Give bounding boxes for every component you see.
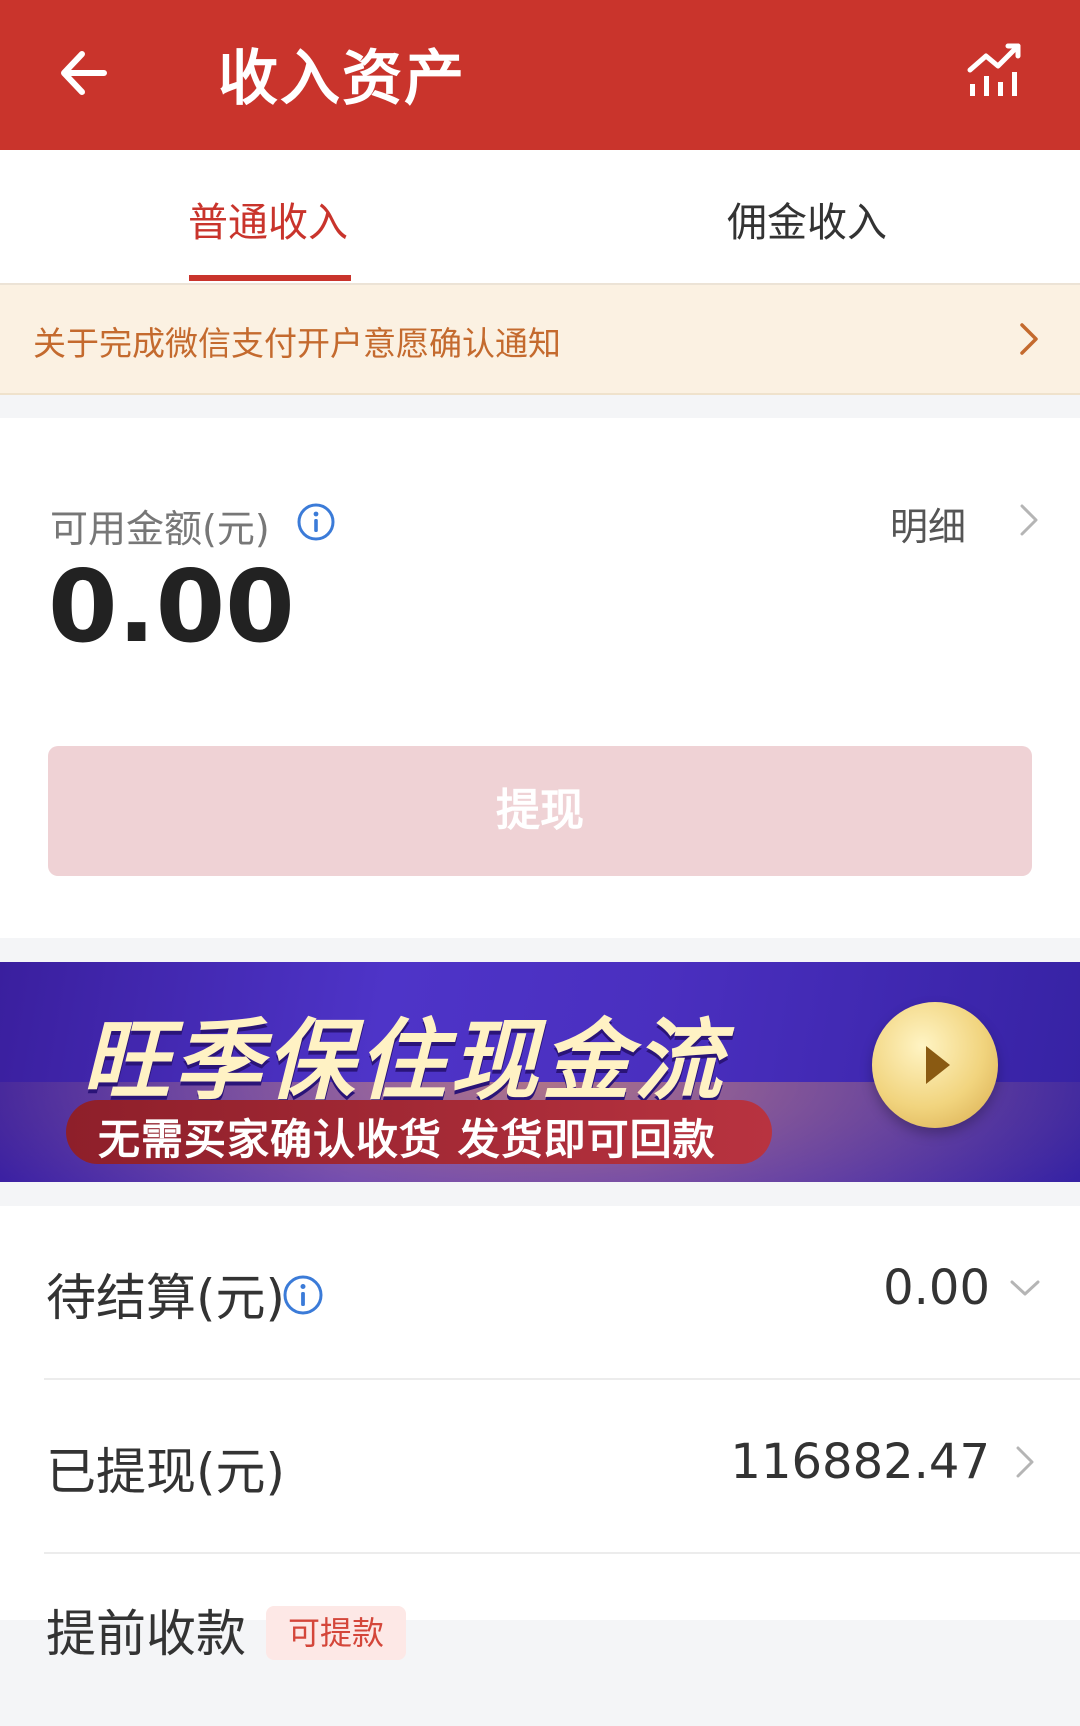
page-title: 收入资产 bbox=[218, 44, 466, 114]
info-icon[interactable] bbox=[282, 1274, 324, 1316]
back-arrow-icon bbox=[61, 51, 107, 95]
active-tab-underline bbox=[189, 275, 351, 281]
chart-icon bbox=[967, 43, 1021, 96]
withdrawable-tag: 可提款 bbox=[266, 1606, 407, 1660]
income-list: 待结算(元) 0.00 已提现(元) 116882.47 提前收款 可提款 bbox=[0, 1206, 1080, 1663]
available-balance-label: 可用金额(元) bbox=[50, 507, 270, 551]
banner-subtitle: 无需买家确认收货 发货即可回款 bbox=[98, 1115, 716, 1164]
chevron-right-icon bbox=[1016, 1446, 1034, 1478]
withdrawn-row[interactable]: 已提现(元) 116882.47 bbox=[0, 1380, 1080, 1552]
banner-title: 旺季保住现金流 bbox=[82, 1009, 727, 1112]
early-collection-label: 提前收款 bbox=[46, 1605, 246, 1663]
notice-text: 关于完成微信支付开户意愿确认通知 bbox=[33, 324, 561, 363]
detail-label: 明细 bbox=[890, 505, 967, 549]
early-collection-row[interactable]: 提前收款 可提款 bbox=[0, 1554, 1080, 1726]
withdrawn-label: 已提现(元) bbox=[46, 1443, 286, 1501]
pending-settlement-row[interactable]: 待结算(元) 0.00 bbox=[0, 1206, 1080, 1378]
detail-link[interactable]: 明细 bbox=[890, 496, 1040, 549]
chevron-right-icon bbox=[1020, 504, 1038, 536]
play-icon bbox=[926, 1046, 950, 1084]
pending-settlement-value: 0.00 bbox=[883, 1260, 990, 1316]
available-balance-value: 0.00 bbox=[48, 548, 295, 665]
app-header: 收入资产 bbox=[0, 0, 1080, 150]
back-button[interactable] bbox=[52, 38, 122, 108]
pending-settlement-label: 待结算(元) bbox=[46, 1269, 286, 1327]
chevron-down-icon bbox=[1010, 1280, 1040, 1296]
notice-bar[interactable]: 关于完成微信支付开户意愿确认通知 bbox=[0, 285, 1080, 395]
withdraw-button[interactable]: 提现 bbox=[48, 746, 1032, 876]
withdrawn-value: 116882.47 bbox=[730, 1434, 990, 1490]
info-icon[interactable] bbox=[296, 502, 336, 542]
play-button[interactable] bbox=[872, 1002, 998, 1128]
tab-commission-income[interactable]: 佣金收入 bbox=[727, 190, 887, 248]
tab-regular-income[interactable]: 普通收入 bbox=[188, 190, 348, 248]
chart-button[interactable] bbox=[964, 38, 1028, 102]
balance-card: 可用金额(元) 明细 0.00 提现 bbox=[0, 418, 1080, 938]
income-tabs: 普通收入 佣金收入 bbox=[0, 150, 1080, 285]
chevron-right-icon bbox=[1020, 323, 1038, 355]
promo-banner[interactable]: 旺季保住现金流 无需买家确认收货 发货即可回款 bbox=[0, 962, 1080, 1182]
